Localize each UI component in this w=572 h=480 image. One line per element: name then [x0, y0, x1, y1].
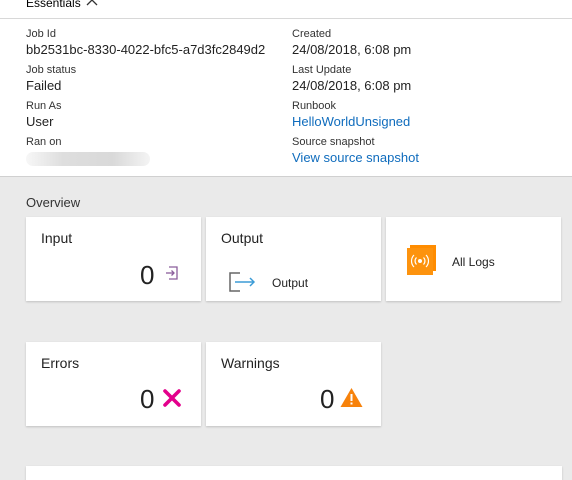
logs-book-icon — [407, 245, 436, 275]
ran-on-label: Ran on — [26, 136, 62, 148]
run-as-field: Run As User — [26, 99, 61, 131]
created-label: Created — [292, 28, 332, 40]
overview-title: Overview — [26, 195, 81, 210]
job-id-value: bb2531bc-8330-4022-bfc5-a7d3fc2849d2 — [26, 42, 266, 57]
errors-tile-title: Errors — [41, 355, 80, 371]
all-logs-tile[interactable]: All Logs — [386, 217, 561, 301]
essentials-header[interactable]: Essentials — [0, 0, 572, 19]
input-tile[interactable]: Input 0 — [26, 217, 201, 301]
run-as-label: Run As — [26, 100, 62, 112]
source-snapshot-label: Source snapshot — [292, 136, 375, 148]
error-x-icon — [163, 389, 181, 407]
warnings-tile-title: Warnings — [221, 355, 280, 371]
ran-on-redacted-value — [26, 152, 150, 166]
output-tile[interactable]: Output Output — [206, 217, 381, 301]
source-snapshot-field: Source snapshot View source snapshot — [292, 135, 419, 167]
ran-on-field: Ran on — [26, 135, 150, 166]
warning-triangle-icon — [340, 388, 363, 407]
output-tile-title: Output — [221, 230, 264, 246]
job-status-value: Failed — [26, 78, 62, 93]
run-as-value: User — [26, 114, 54, 129]
last-update-label: Last Update — [292, 64, 352, 76]
created-field: Created 24/08/2018, 6:08 pm — [292, 27, 411, 59]
all-logs-label: All Logs — [452, 255, 495, 269]
last-update-field: Last Update 24/08/2018, 6:08 pm — [292, 63, 411, 95]
last-update-value: 24/08/2018, 6:08 pm — [292, 78, 412, 93]
errors-tile[interactable]: Errors 0 — [26, 342, 201, 426]
input-arrow-icon — [166, 266, 178, 280]
essentials-title: Essentials — [26, 0, 81, 10]
output-label: Output — [272, 276, 309, 290]
input-tile-title: Input — [41, 230, 73, 246]
input-count: 0 — [140, 260, 155, 290]
warnings-count: 0 — [320, 384, 335, 414]
job-status-field: Job status Failed — [26, 63, 76, 95]
chevron-up-icon[interactable] — [86, 0, 98, 7]
bottom-tile — [26, 466, 562, 480]
essentials-panel: Essentials Job Id bb2531bc-8330-4022-bfc… — [0, 0, 572, 177]
job-id-label: Job Id — [26, 28, 56, 40]
output-arrow-icon — [229, 272, 256, 292]
warnings-tile[interactable]: Warnings 0 — [206, 342, 381, 426]
view-source-snapshot-link[interactable]: View source snapshot — [292, 149, 419, 167]
created-value: 24/08/2018, 6:08 pm — [292, 42, 412, 57]
errors-count: 0 — [140, 384, 155, 414]
runbook-link[interactable]: HelloWorldUnsigned — [292, 113, 410, 131]
runbook-label: Runbook — [292, 100, 337, 112]
job-id-field: Job Id bb2531bc-8330-4022-bfc5-a7d3fc284… — [26, 27, 265, 59]
job-status-label: Job status — [26, 64, 77, 76]
runbook-field: Runbook HelloWorldUnsigned — [292, 99, 410, 131]
